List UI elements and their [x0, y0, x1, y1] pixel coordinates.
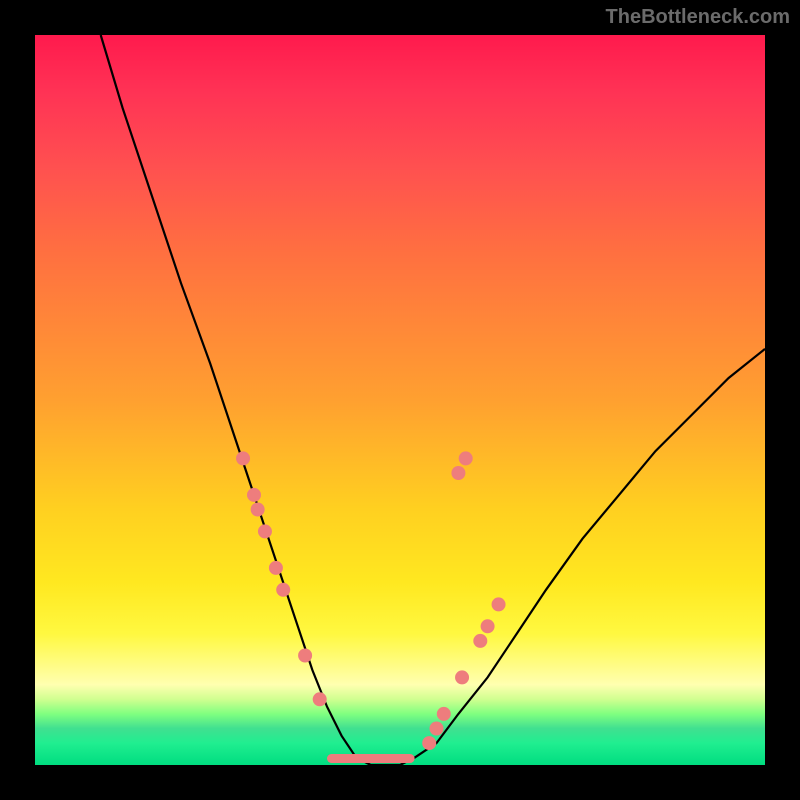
watermark-text: TheBottleneck.com [606, 6, 790, 29]
scatter-points-right [422, 451, 505, 750]
plot-area [35, 35, 765, 765]
chart-svg [35, 35, 765, 765]
chart-container: TheBottleneck.com [0, 0, 800, 800]
flat-bottom-band [327, 754, 415, 763]
bottleneck-curve [101, 35, 765, 765]
